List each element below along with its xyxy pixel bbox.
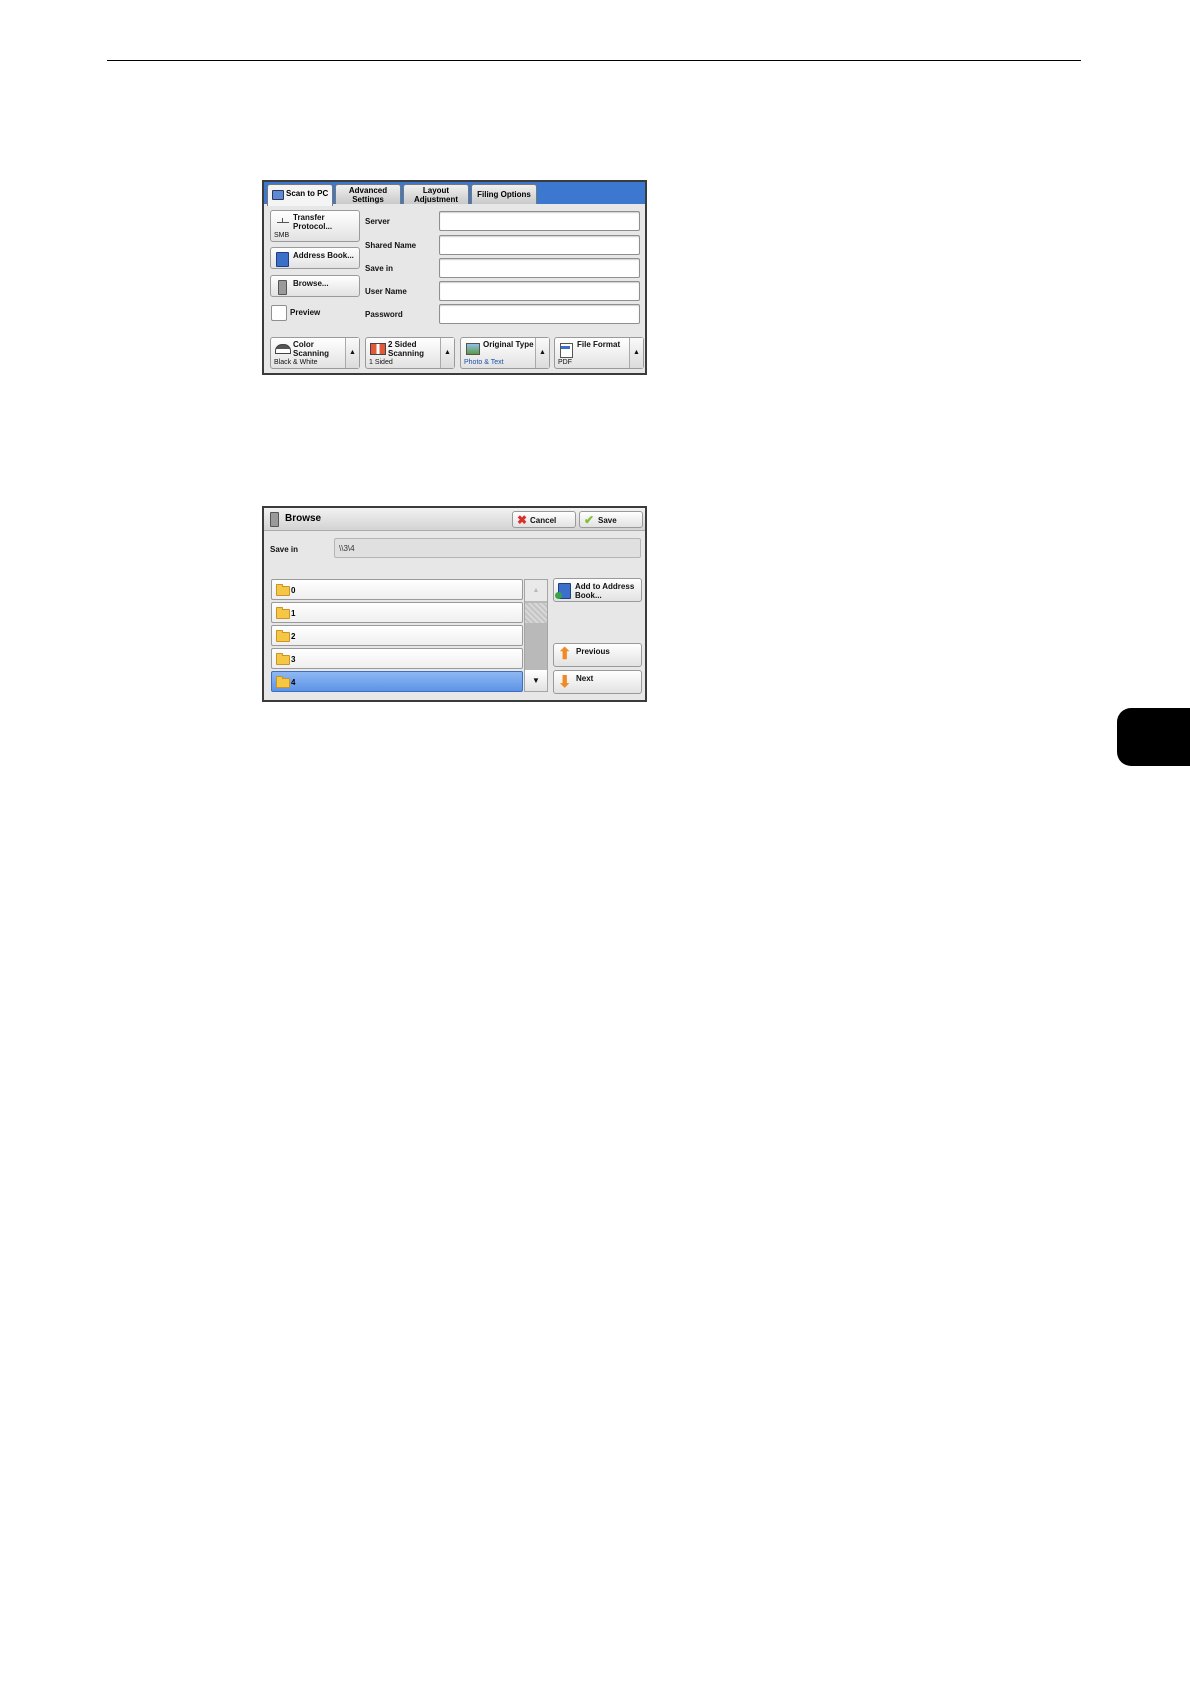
list-scrollbar[interactable]: ▲ ▼ (524, 579, 548, 692)
browse-screen: Browse ✖ Cancel ✔ Save Save in \\3\4 0 1… (262, 506, 647, 702)
color-scanning-icon (275, 344, 291, 354)
file-format-button[interactable]: File Format PDF ▲ (554, 337, 644, 369)
server-icon (278, 280, 287, 295)
save-in-path-display: \\3\4 (334, 538, 641, 558)
transfer-protocol-button[interactable]: Transfer Protocol... SMB (270, 210, 360, 242)
address-book-icon (276, 252, 289, 267)
preview-label: Preview (290, 308, 321, 317)
scroll-down-button[interactable]: ▼ (525, 670, 547, 691)
folder-icon (276, 584, 290, 596)
file-format-icon-band (561, 346, 570, 349)
tab-bar: Scan to PC Advanced Settings Layout Adju… (264, 182, 645, 206)
save-button[interactable]: ✔ Save (579, 511, 643, 528)
arrow-down-icon: ⬇ (558, 674, 572, 691)
password-label: Password (365, 310, 403, 319)
browse-button[interactable]: Browse... (270, 275, 360, 297)
list-item[interactable]: 3 (271, 648, 523, 669)
add-to-address-book-button[interactable]: Add to Address Book... (553, 578, 642, 602)
preview-checkbox[interactable] (271, 305, 287, 321)
tab-scan-to-pc[interactable]: Scan to PC (267, 184, 333, 206)
file-format-arrow-up-icon[interactable]: ▲ (629, 338, 643, 368)
shared-name-field[interactable] (439, 235, 640, 255)
list-item[interactable]: 2 (271, 625, 523, 646)
two-sided-icon (370, 343, 386, 355)
pc-icon (272, 190, 284, 200)
scroll-thumb[interactable] (525, 603, 547, 623)
next-button[interactable]: ⬇ Next (553, 670, 642, 694)
folder-icon (276, 630, 290, 642)
original-type-button[interactable]: Original Type Photo & Text ▲ (460, 337, 550, 369)
list-item-selected[interactable]: 4 (271, 671, 523, 692)
tab-layout-adjustment[interactable]: Layout Adjustment (403, 184, 469, 204)
list-item[interactable]: 1 (271, 602, 523, 623)
folder-icon (276, 676, 290, 688)
color-scanning-button[interactable]: Color Scanning Black & White ▲ (270, 337, 360, 369)
two-sided-arrow-up-icon[interactable]: ▲ (440, 338, 454, 368)
tab-filing-options[interactable]: Filing Options (471, 184, 537, 204)
server-icon (270, 512, 279, 527)
previous-button[interactable]: ⬆ Previous (553, 643, 642, 667)
checkmark-icon: ✔ (584, 513, 595, 527)
save-in-label: Save in (365, 264, 394, 273)
cancel-icon: ✖ (517, 513, 528, 527)
tab-advanced-settings[interactable]: Advanced Settings (335, 184, 401, 204)
user-name-field[interactable] (439, 281, 640, 301)
folder-icon (276, 607, 290, 619)
list-item[interactable]: 0 (271, 579, 523, 600)
address-book-button[interactable]: Address Book... (270, 247, 360, 269)
scan-to-pc-screen: Scan to PC Advanced Settings Layout Adju… (262, 180, 647, 375)
scroll-up-button[interactable]: ▲ (525, 580, 547, 601)
plus-badge-icon (555, 592, 562, 599)
network-icon (277, 222, 289, 223)
folder-icon (276, 653, 290, 665)
header-rule (107, 60, 1081, 61)
chapter-tab (1117, 708, 1190, 766)
save-in-label: Save in (270, 545, 299, 554)
save-in-field[interactable] (439, 258, 640, 278)
server-field[interactable] (439, 211, 640, 231)
password-field[interactable] (439, 304, 640, 324)
photo-icon (466, 343, 480, 355)
cancel-button[interactable]: ✖ Cancel (512, 511, 576, 528)
browse-title: Browse (285, 513, 322, 524)
arrow-up-icon: ⬆ (558, 646, 572, 663)
network-icon-stem (282, 218, 283, 223)
server-label: Server (365, 217, 390, 226)
user-name-label: User Name (365, 287, 407, 296)
original-type-arrow-up-icon[interactable]: ▲ (535, 338, 549, 368)
two-sided-scanning-button[interactable]: 2 Sided Scanning 1 Sided ▲ (365, 337, 455, 369)
shared-name-label: Shared Name (365, 241, 417, 250)
color-scanning-arrow-up-icon[interactable]: ▲ (345, 338, 359, 368)
